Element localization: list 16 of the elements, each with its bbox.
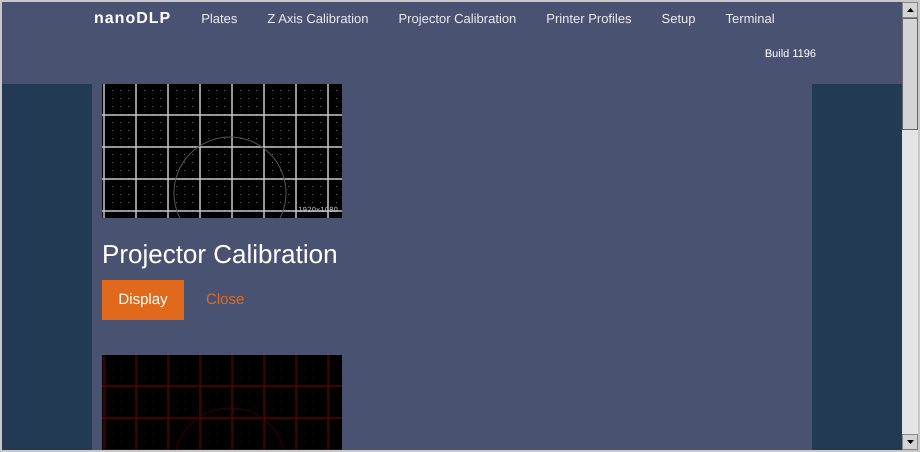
- build-number: Build 1196: [764, 47, 816, 62]
- down-arrow-icon: [906, 440, 914, 444]
- nav-link[interactable]: Z Axis Calibration: [267, 9, 369, 29]
- nav-link[interactable]: Setup: [662, 9, 696, 29]
- nav-link[interactable]: Printer Profiles: [546, 9, 632, 29]
- nav-link[interactable]: Terminal: [726, 9, 775, 29]
- up-arrow-icon: [906, 8, 914, 12]
- logo[interactable]: nanoDLP: [94, 11, 172, 27]
- scrollbar[interactable]: [902, 2, 918, 450]
- scroll-thumb[interactable]: [902, 18, 918, 130]
- nav-link[interactable]: Projector Calibration: [398, 9, 516, 29]
- scroll-down-button[interactable]: [902, 434, 918, 450]
- nav-link[interactable]: Plates: [201, 9, 238, 29]
- display-button[interactable]: Display: [102, 280, 184, 320]
- page-title: Projector Calibration: [102, 238, 339, 270]
- scroll-up-button[interactable]: [902, 2, 918, 18]
